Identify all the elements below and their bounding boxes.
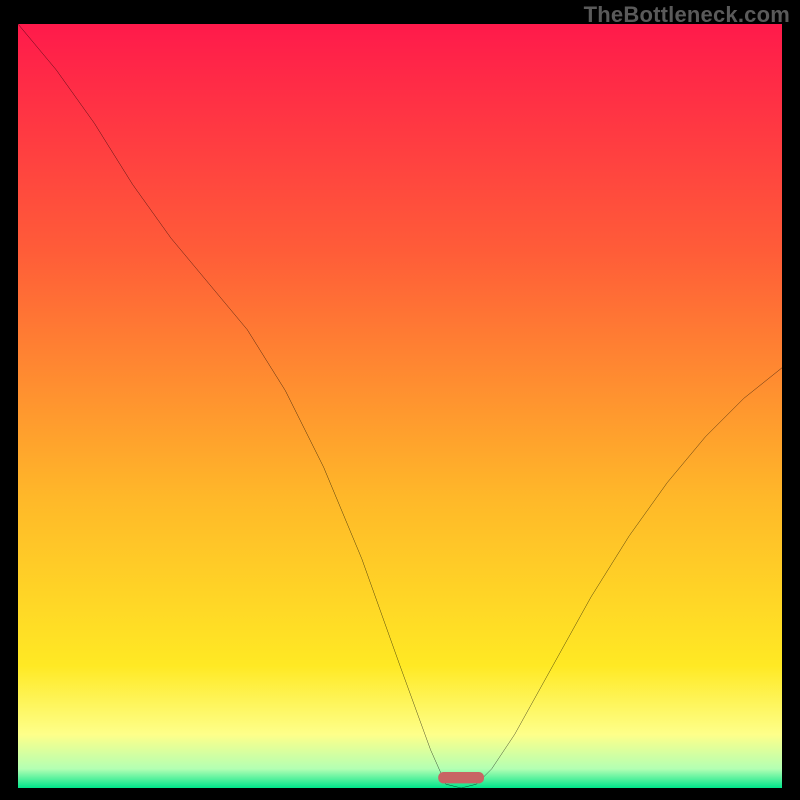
gradient-background bbox=[18, 24, 782, 788]
chart-frame: TheBottleneck.com bbox=[0, 0, 800, 800]
bottleneck-chart bbox=[18, 24, 782, 788]
ideal-marker bbox=[438, 772, 484, 783]
watermark-text: TheBottleneck.com bbox=[584, 2, 790, 28]
